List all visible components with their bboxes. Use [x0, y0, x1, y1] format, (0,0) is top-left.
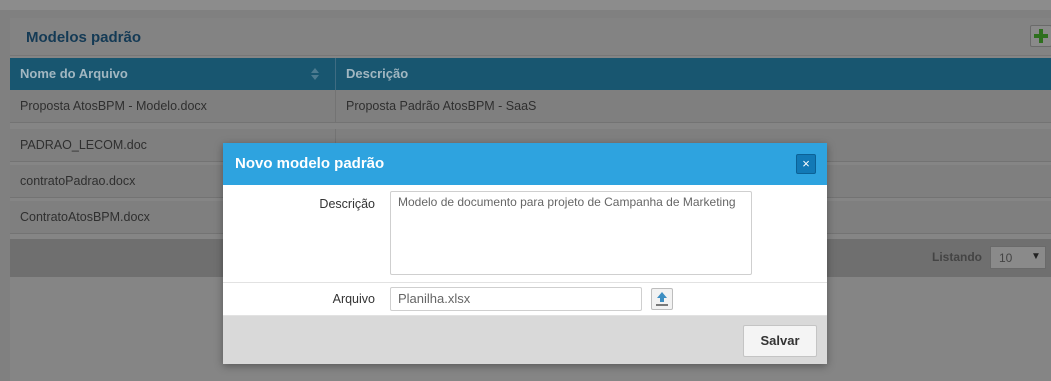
descricao-row: Descrição Modelo de documento para proje…: [223, 185, 827, 283]
table-row[interactable]: Proposta AtosBPM - Modelo.docx Proposta …: [10, 90, 1051, 123]
save-button[interactable]: Salvar: [743, 325, 817, 357]
column-header-description[interactable]: Descrição: [336, 58, 1051, 90]
upload-button[interactable]: [651, 288, 673, 310]
column-header-description-label: Descrição: [346, 66, 409, 81]
arquivo-row: Arquivo Planilha.xlsx: [223, 283, 827, 316]
dialog-header: Novo modelo padrão ×: [223, 143, 827, 185]
dropdown-arrow-icon: ▼: [1031, 251, 1041, 262]
descricao-textarea[interactable]: Modelo de documento para projeto de Camp…: [390, 191, 752, 275]
close-button[interactable]: ×: [796, 154, 816, 174]
cell-description: Proposta Padrão AtosBPM - SaaS: [346, 99, 537, 113]
table-header: Nome do Arquivo Descrição: [10, 58, 1051, 90]
dialog-footer: Salvar: [223, 316, 827, 364]
top-strip: [0, 0, 1051, 10]
column-header-file[interactable]: Nome do Arquivo: [10, 58, 336, 90]
plus-icon: [1034, 29, 1048, 43]
column-header-file-label: Nome do Arquivo: [20, 66, 128, 81]
listing-label: Listando: [932, 250, 982, 264]
panel-header: Modelos padrão: [10, 18, 1051, 56]
cell-file: Proposta AtosBPM - Modelo.docx: [10, 90, 336, 123]
dialog-title: Novo modelo padrão: [235, 155, 385, 172]
page-size-select[interactable]: 10 ▼: [990, 246, 1046, 269]
sort-icon: [311, 68, 319, 80]
upload-icon: [656, 292, 668, 306]
arquivo-input[interactable]: Planilha.xlsx: [390, 287, 642, 311]
arquivo-label: Arquivo: [332, 292, 375, 306]
panel-title: Modelos padrão: [26, 29, 142, 46]
descricao-label: Descrição: [319, 197, 375, 211]
new-model-dialog: Novo modelo padrão × Descrição Modelo de…: [223, 143, 827, 364]
close-icon: ×: [802, 156, 810, 171]
add-model-button[interactable]: [1030, 25, 1051, 47]
page-size-value: 10: [999, 251, 1013, 265]
